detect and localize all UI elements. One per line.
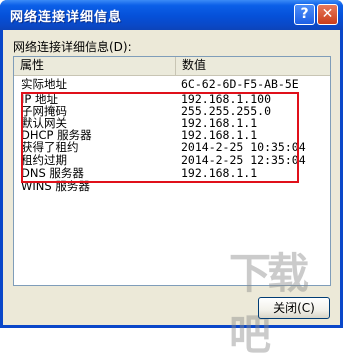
table-row[interactable]: WINS 服务器: [14, 180, 330, 193]
row-property: WINS 服务器: [21, 179, 90, 193]
row-value: 192.168.1.1: [181, 166, 258, 180]
help-icon: ?: [300, 6, 309, 22]
column-header-value[interactable]: 数值: [176, 57, 330, 75]
close-button[interactable]: 关闭(C): [258, 297, 330, 319]
help-button[interactable]: ?: [294, 4, 315, 25]
window-title: 网络连接详细信息: [10, 10, 123, 25]
details-group-label: 网络连接详细信息(D):: [13, 40, 132, 54]
listview-header: 属性 数值: [14, 57, 330, 76]
close-icon: ✕: [321, 6, 334, 22]
column-header-property[interactable]: 属性: [14, 57, 176, 75]
row-value: 6C-62-6D-F5-AB-5E: [181, 77, 299, 91]
table-row[interactable]: 实际地址 6C-62-6D-F5-AB-5E: [14, 78, 330, 91]
title-bar[interactable]: 网络连接详细信息 ? ✕: [0, 0, 343, 30]
row-property: 实际地址: [21, 77, 67, 91]
network-details-dialog: 网络连接详细信息 ? ✕ 网络连接详细信息(D): 属性 数值 实际地址 6C-…: [0, 0, 343, 359]
title-close-button[interactable]: ✕: [317, 4, 338, 25]
